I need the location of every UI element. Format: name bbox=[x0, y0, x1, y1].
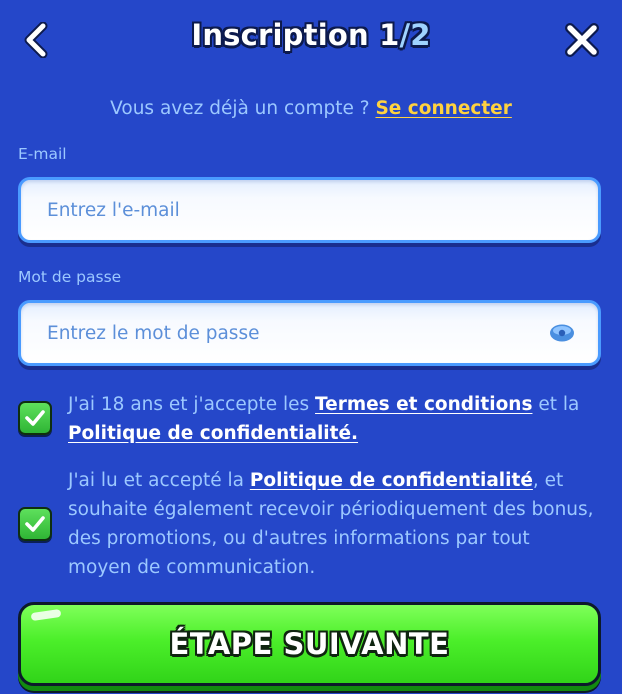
terms-text-before: J'ai 18 ans et j'accepte les bbox=[68, 394, 316, 415]
checkmark-icon bbox=[25, 410, 45, 426]
eye-icon bbox=[550, 324, 574, 342]
page-title-text: Inscription 1 bbox=[191, 18, 400, 52]
password-field-container bbox=[18, 300, 601, 366]
marketing-checkbox[interactable] bbox=[18, 507, 52, 541]
page-title: Inscription 1/2 bbox=[0, 18, 622, 52]
marketing-text-before: J'ai lu et accepté la bbox=[68, 470, 250, 491]
login-prompt-text: Vous avez déjà un compte ? bbox=[110, 98, 376, 119]
page-title-step-total: /2 bbox=[399, 18, 431, 52]
email-label: E-mail bbox=[18, 145, 67, 163]
close-icon bbox=[565, 23, 599, 57]
terms-consent-text: J'ai 18 ans et j'accepte les Termes et c… bbox=[68, 390, 598, 448]
close-button[interactable] bbox=[560, 18, 604, 62]
checkmark-icon bbox=[25, 516, 45, 532]
password-field[interactable] bbox=[47, 303, 527, 363]
password-label: Mot de passe bbox=[18, 268, 122, 286]
privacy-policy-link-2[interactable]: Politique de confidentialité bbox=[250, 470, 533, 491]
email-field-container bbox=[18, 177, 601, 243]
login-link[interactable]: Se connecter bbox=[375, 98, 511, 119]
next-step-button[interactable]: ÉTAPE SUIVANTE bbox=[18, 602, 601, 686]
next-step-button-label: ÉTAPE SUIVANTE bbox=[169, 627, 450, 661]
privacy-policy-link[interactable]: Politique de confidentialité. bbox=[68, 423, 358, 444]
terms-checkbox[interactable] bbox=[18, 401, 52, 435]
registration-screen: Inscription 1/2 Vous avez déjà un compte… bbox=[0, 0, 622, 694]
button-gloss bbox=[30, 608, 62, 622]
password-visibility-toggle[interactable] bbox=[548, 322, 576, 344]
marketing-consent-text: J'ai lu et accepté la Politique de confi… bbox=[68, 466, 598, 582]
login-prompt: Vous avez déjà un compte ? Se connecter bbox=[0, 98, 622, 119]
terms-link[interactable]: Termes et conditions bbox=[315, 394, 532, 415]
email-field[interactable] bbox=[47, 180, 527, 240]
terms-text-middle: et la bbox=[532, 394, 580, 415]
